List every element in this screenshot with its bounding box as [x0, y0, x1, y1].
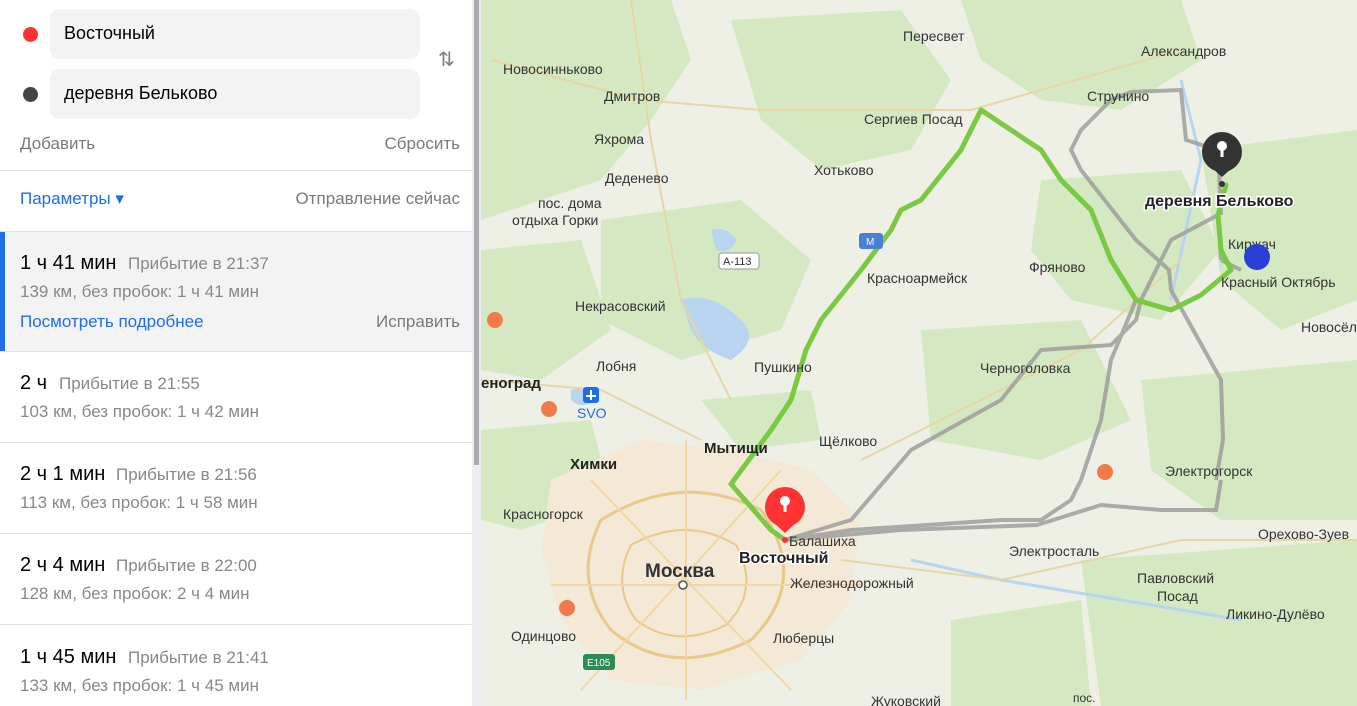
place-label: Люберцы [773, 630, 834, 646]
route-duration: 1 ч 41 мин [20, 252, 117, 274]
divider [0, 170, 472, 171]
route-arrival: Прибытие в 22:00 [116, 556, 257, 575]
current-location-icon[interactable] [1244, 244, 1270, 270]
shield-label: А-113 [723, 256, 752, 268]
place-label: Красный Октябрь [1221, 274, 1336, 290]
waypoint-from-row[interactable]: Восточный [0, 9, 472, 59]
place-label: Химки [570, 456, 617, 473]
fix-button[interactable]: Исправить [376, 312, 460, 332]
place-label: Некрасовский [575, 298, 666, 314]
place-label: Яхрома [594, 131, 644, 147]
place-label: Деденево [605, 170, 669, 186]
end-dot-icon [23, 87, 38, 102]
route-details: 113 км, без пробок: 1 ч 58 мин [20, 493, 258, 512]
place-label: еноград [481, 375, 541, 392]
place-label: Орехово-Зуев [1258, 526, 1349, 542]
place-label: Щёлково [819, 433, 877, 449]
place-label: Одинцово [511, 628, 576, 644]
place-label: Балашиха [789, 533, 856, 549]
route-details-link[interactable]: Посмотреть подробнее [20, 312, 204, 332]
end-pin-label: деревня Бельково [1145, 193, 1294, 210]
place-label: Лобня [596, 358, 636, 374]
place-label: Черноголовка [980, 360, 1071, 376]
route-arrival: Прибытие в 21:55 [59, 374, 200, 393]
route-option-3[interactable]: 2 ч 1 мин Прибытие в 21:56 113 км, без п… [0, 443, 472, 533]
selected-indicator [0, 232, 5, 351]
route-panel: Восточный деревня Бельково ⇅ Добавить Сб… [0, 0, 472, 706]
place-label: Электросталь [1009, 543, 1099, 559]
panel-scrollbar[interactable] [472, 0, 481, 706]
place-label: Новосёл [1301, 319, 1357, 335]
place-label: Новосинньково [503, 61, 603, 77]
place-label: Фряново [1029, 259, 1086, 275]
swap-icon[interactable]: ⇅ [438, 47, 455, 72]
place-label: Жуковский [871, 693, 941, 706]
route-details: 128 км, без пробок: 2 ч 4 мин [20, 584, 250, 603]
place-label: Павловский [1137, 570, 1214, 586]
place-label: Красноармейск [867, 270, 968, 286]
route-duration: 1 ч 45 мин [20, 646, 117, 668]
map-view[interactable]: Пересвет Александров Новосинньково Дмитр… [481, 0, 1357, 706]
route-duration: 2 ч 1 мин [20, 463, 106, 485]
reset-button[interactable]: Сбросить [384, 134, 460, 154]
place-label: Сергиев Посад [864, 111, 963, 127]
place-label: Александров [1141, 43, 1226, 59]
route-option-4[interactable]: 2 ч 4 мин Прибытие в 22:00 128 км, без п… [0, 534, 472, 624]
add-button[interactable]: Добавить [20, 134, 95, 154]
route-option-5[interactable]: 1 ч 45 мин Прибытие в 21:41 133 км, без … [0, 625, 472, 706]
place-label: Электрогорск [1165, 463, 1253, 479]
place-label: пос. [1073, 691, 1096, 705]
place-label: отдыха Горки [512, 212, 598, 228]
to-input[interactable]: деревня Бельково [50, 69, 420, 119]
airport-label: SVO [577, 405, 607, 421]
place-label: Посад [1157, 588, 1198, 604]
start-pin-label: Восточный [739, 550, 828, 567]
airport-icon [583, 387, 599, 403]
place-label: Ликино-Дулёво [1226, 606, 1325, 622]
route-arrival: Прибытие в 21:56 [116, 465, 257, 484]
place-label: Струнино [1087, 88, 1149, 104]
shield-label: E105 [587, 658, 611, 669]
route-duration: 2 ч 4 мин [20, 554, 106, 576]
scrollbar-thumb[interactable] [474, 0, 479, 465]
to-value: деревня Бельково [64, 83, 218, 103]
route-arrival: Прибытие в 21:37 [128, 254, 269, 273]
waypoint-to-row[interactable]: деревня Бельково [0, 69, 472, 119]
city-center-icon [678, 580, 688, 590]
map-canvas[interactable]: Пересвет Александров Новосинньково Дмитр… [481, 0, 1357, 706]
departure-time-button[interactable]: Отправление сейчас [296, 189, 460, 209]
route-details: 103 км, без пробок: 1 ч 42 мин [20, 402, 259, 421]
route-duration: 2 ч [20, 372, 48, 394]
place-label: Дмитров [604, 88, 660, 104]
place-label: Железнодорожный [790, 575, 914, 591]
start-dot-icon [23, 27, 38, 42]
place-label: Пересвет [903, 28, 965, 44]
place-label: Хотьково [814, 162, 874, 178]
parameters-button[interactable]: Параметры ▾ [20, 189, 124, 209]
route-option-1[interactable]: 1 ч 41 мин Прибытие в 21:37 139 км, без … [0, 232, 472, 351]
capital-label: Москва [645, 561, 715, 582]
place-label: Мытищи [704, 440, 768, 457]
route-arrival: Прибытие в 21:41 [128, 648, 269, 667]
route-details: 133 км, без пробок: 1 ч 45 мин [20, 676, 259, 695]
place-label: Пушкино [754, 359, 812, 375]
route-details: 139 км, без пробок: 1 ч 41 мин [20, 282, 259, 301]
place-label: пос. дома [538, 195, 602, 211]
place-label: Красногорск [503, 506, 584, 522]
route-option-2[interactable]: 2 ч Прибытие в 21:55 103 км, без пробок:… [0, 352, 472, 442]
from-input[interactable]: Восточный [50, 9, 420, 59]
from-value: Восточный [64, 23, 155, 43]
shield-label: М [866, 237, 874, 248]
